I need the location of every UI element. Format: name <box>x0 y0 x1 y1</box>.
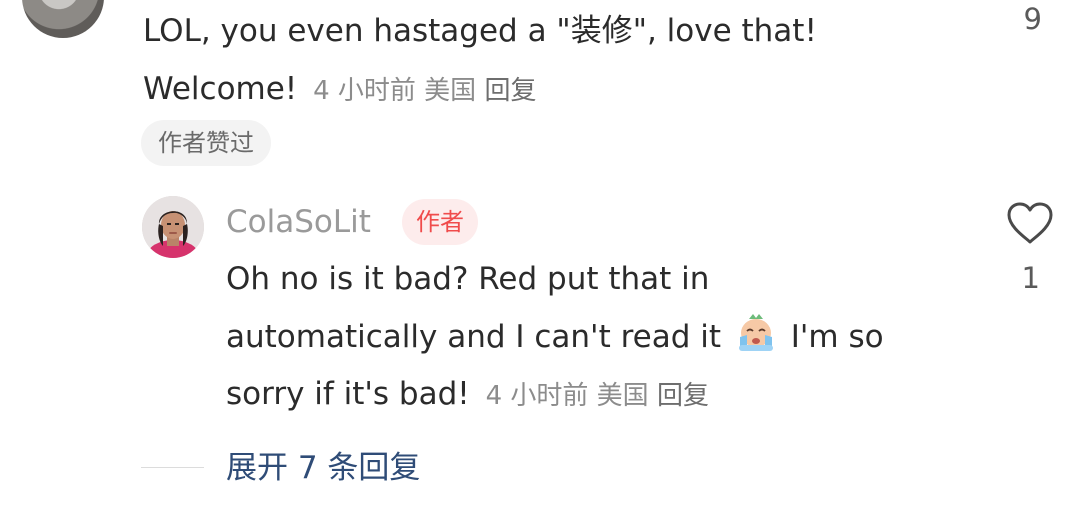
comment-text: I'm so <box>790 318 884 355</box>
comment-text-line: sorry if it's bad! 4 小时前 美国 回复 <box>226 366 946 426</box>
avatar-image <box>142 196 204 258</box>
reply-button[interactable]: 回复 <box>657 381 709 411</box>
like-count[interactable]: 9 <box>1024 0 1042 38</box>
comment-time: 4 小时前 <box>485 381 589 411</box>
comment-location: 美国 <box>596 381 649 411</box>
comment-text-line: automatically and I can't read it I'm so <box>226 309 946 367</box>
username[interactable]: ColaSoLit <box>226 200 371 244</box>
comment-location: 美国 <box>424 76 477 106</box>
comment-meta: 4 小时前 美国 回复 <box>313 76 536 106</box>
avatar[interactable] <box>142 196 204 258</box>
comment-text-line: Oh no is it bad? Red put that in <box>226 261 710 297</box>
comment-meta: 4 小时前 美国 回复 <box>486 381 709 411</box>
comment-text-line: Welcome! 4 小时前 美国 回复 <box>143 60 963 120</box>
comment-thread: LOL, you even hastaged a "装修", love that… <box>0 0 1080 518</box>
comment-time: 4 小时前 <box>313 76 416 106</box>
comment-body: LOL, you even hastaged a "装修", love that… <box>143 2 963 120</box>
expand-replies-button[interactable]: 展开 7 条回复 <box>226 445 420 491</box>
crying-face-emoji-icon <box>735 311 777 353</box>
like-count[interactable]: 1 <box>1022 258 1040 298</box>
avatar[interactable] <box>22 0 104 38</box>
comment-body: Oh no is it bad? Red put that in automat… <box>226 251 946 426</box>
comment-text: automatically and I can't read it <box>226 318 722 355</box>
divider <box>141 467 204 468</box>
author-badge: 作者 <box>402 199 478 245</box>
comment-text: Welcome! <box>143 71 298 107</box>
comment-text: sorry if it's bad! <box>226 376 470 412</box>
author-liked-badge: 作者赞过 <box>141 120 271 166</box>
reply-button[interactable]: 回复 <box>484 76 536 106</box>
heart-icon[interactable] <box>1006 201 1054 245</box>
comment-text-line: LOL, you even hastaged a "装修", love that… <box>143 13 817 49</box>
